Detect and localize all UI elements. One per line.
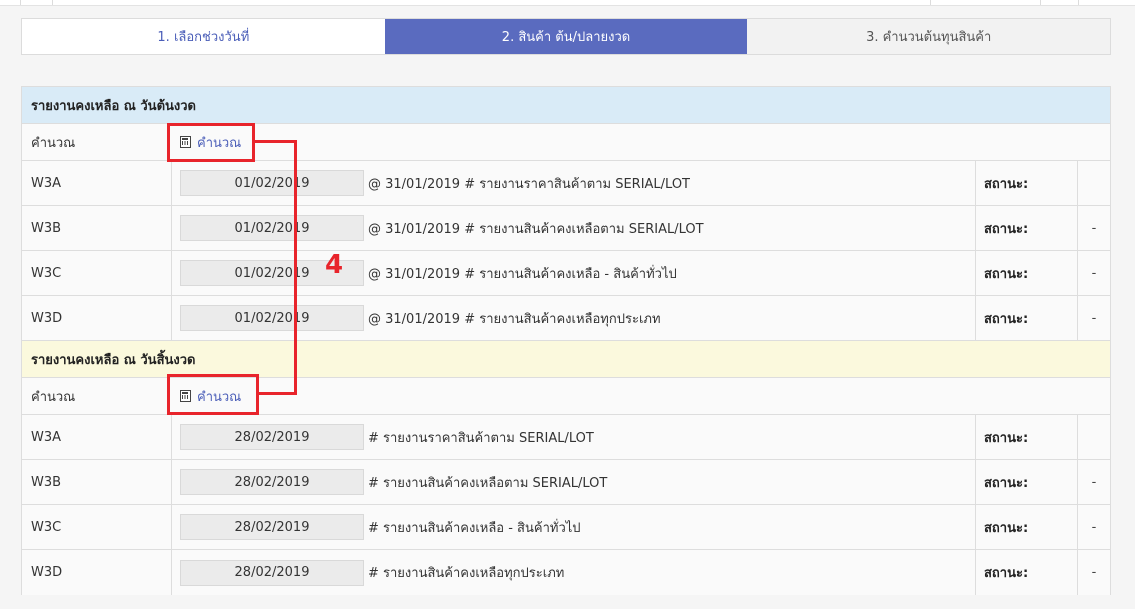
row-description: @ 31/01/2019 # รายงานสินค้าคงเหลือทุกประ… <box>368 311 661 327</box>
status-value: - <box>1091 565 1097 580</box>
opening-row-w3b: W3B 01/02/2019 @ 31/01/2019 # รายงานสินค้… <box>22 206 1110 251</box>
opening-row-w3c: W3C 01/02/2019 @ 31/01/2019 # รายงานสินค้… <box>22 251 1110 296</box>
status-value <box>1078 161 1110 205</box>
closing-row-w3d: W3D 28/02/2019 # รายงานสินค้าคงเหลือทุกปร… <box>22 550 1110 595</box>
opening-row-w3a: W3A 01/02/2019 @ 31/01/2019 # รายงานราคาส… <box>22 161 1110 206</box>
step-opening-closing-stock[interactable]: 2. สินค้า ต้น/ปลายงวด <box>384 19 748 54</box>
row-code: W3C <box>22 251 172 295</box>
status-label: สถานะ: <box>976 460 1078 504</box>
row-code: W3D <box>22 296 172 340</box>
status-value: - <box>1091 519 1097 535</box>
status-label: สถานะ: <box>976 206 1078 250</box>
wizard-steps: 1. เลือกช่วงวันที่ 2. สินค้า ต้น/ปลายงวด… <box>21 18 1111 55</box>
status-label: สถานะ: <box>976 251 1078 295</box>
opening-row-w3d: W3D 01/02/2019 @ 31/01/2019 # รายงานสินค้… <box>22 296 1110 341</box>
annotation-box-closing <box>167 374 259 415</box>
row-description: # รายงานสินค้าคงเหลือ - สินค้าทั่วไป <box>368 520 581 536</box>
row-code: W3D <box>22 550 172 595</box>
status-label: สถานะ: <box>976 550 1078 595</box>
row-description: # รายงานสินค้าคงเหลือทุกประเภท <box>368 566 565 581</box>
status-label: สถานะ: <box>976 505 1078 549</box>
date-field[interactable]: 01/02/2019 <box>180 305 364 331</box>
closing-section-title: รายงานคงเหลือ ณ วันสิ้นงวด <box>22 341 1110 378</box>
row-code: W3A <box>22 415 172 459</box>
annotation-connector <box>259 392 297 395</box>
date-field[interactable]: 28/02/2019 <box>180 469 364 495</box>
date-field[interactable]: 28/02/2019 <box>180 514 364 540</box>
row-description: @ 31/01/2019 # รายงานราคาสินค้าตาม SERIA… <box>368 176 690 192</box>
status-label: สถานะ: <box>976 415 1078 459</box>
date-field[interactable]: 28/02/2019 <box>180 424 364 450</box>
annotation-connector <box>294 140 297 395</box>
top-strip <box>0 0 1135 6</box>
status-value: - <box>1091 220 1097 236</box>
row-code: W3A <box>22 161 172 205</box>
date-field[interactable]: 01/02/2019 <box>180 170 364 196</box>
step-select-date-range[interactable]: 1. เลือกช่วงวันที่ <box>22 19 385 54</box>
status-value <box>1078 415 1110 459</box>
status-value: - <box>1091 310 1097 326</box>
row-code: W3B <box>22 206 172 250</box>
closing-row-w3a: W3A 28/02/2019 # รายงานราคาสินค้าตาม SERI… <box>22 415 1110 460</box>
closing-calc-label: คำนวณ <box>31 389 76 405</box>
annotation-box-opening <box>167 123 255 162</box>
row-description: @ 31/01/2019 # รายงานสินค้าคงเหลือตาม SE… <box>368 221 704 237</box>
annotation-connector <box>255 140 297 143</box>
closing-row-w3b: W3B 28/02/2019 # รายงานสินค้าคงเหลือตาม S… <box>22 460 1110 505</box>
status-value: - <box>1091 265 1097 281</box>
status-value: - <box>1091 474 1097 490</box>
closing-row-w3c: W3C 28/02/2019 # รายงานสินค้าคงเหลือ - สิ… <box>22 505 1110 550</box>
date-field[interactable]: 01/02/2019 <box>180 215 364 241</box>
opening-calc-label: คำนวณ <box>31 135 76 151</box>
date-field[interactable]: 28/02/2019 <box>180 559 364 586</box>
step-calculate-cost[interactable]: 3. คำนวนต้นทุนสินค้า <box>747 19 1111 54</box>
row-description: # รายงานสินค้าคงเหลือตาม SERIAL/LOT <box>368 475 608 491</box>
status-label: สถานะ: <box>976 161 1078 205</box>
row-code: W3C <box>22 505 172 549</box>
annotation-number: 4 <box>325 250 344 280</box>
row-description: @ 31/01/2019 # รายงานสินค้าคงเหลือ - สิน… <box>368 266 677 282</box>
status-label: สถานะ: <box>976 296 1078 340</box>
row-code: W3B <box>22 460 172 504</box>
opening-section-title: รายงานคงเหลือ ณ วันต้นงวด <box>22 87 1110 124</box>
report-panel: รายงานคงเหลือ ณ วันต้นงวด คำนวณ คำนวณ W3… <box>21 86 1111 595</box>
row-description: # รายงานราคาสินค้าตาม SERIAL/LOT <box>368 430 594 446</box>
